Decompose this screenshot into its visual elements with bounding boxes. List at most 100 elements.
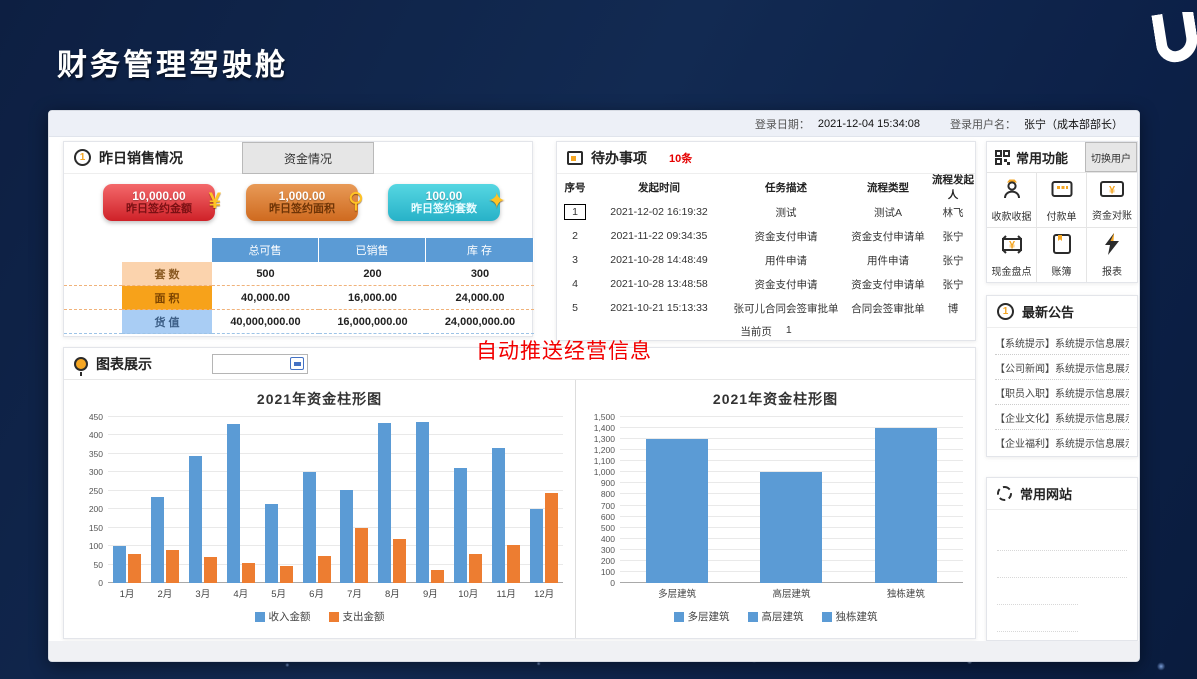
function-item[interactable]: 付款单 (1037, 172, 1087, 227)
chart-bar (242, 563, 255, 583)
todo-cell[interactable]: 资金支付申请单 (847, 272, 929, 296)
function-item[interactable]: 账簿 (1037, 227, 1087, 282)
function-item[interactable]: ¥资金对账 (1087, 172, 1137, 227)
chart-bar (378, 423, 391, 583)
message-icon (567, 151, 583, 165)
todo-row-number[interactable]: 2 (557, 224, 593, 248)
x-axis-tick-label: 4月 (222, 586, 260, 600)
y-axis-tick-label: 700 (601, 501, 615, 511)
switch-user-button[interactable]: 切换用户 (1085, 142, 1137, 172)
todo-row-number[interactable]: 5 (557, 296, 593, 320)
yesterday-sales-header: 1 昨日销售情况 资金情况 (64, 142, 532, 174)
sales-row-label: 套 数 (122, 262, 212, 286)
sales-cell-value: 40,000.00 (212, 286, 319, 310)
y-axis-tick-label: 0 (610, 578, 615, 588)
announcement-item[interactable]: 【企业文化】系统提示信息展示 (995, 405, 1129, 430)
sales-badge: 100.00昨日签约套数✦ (388, 184, 500, 221)
y-axis-tick-label: 1,300 (594, 434, 615, 444)
todo-cell[interactable]: 2021-10-28 14:48:49 (593, 248, 725, 272)
announcement-item[interactable]: 【职员入职】系统提示信息展示 (995, 380, 1129, 405)
sales-col-header: 总可售 (212, 238, 319, 262)
common-functions-title: 常用功能 (1016, 148, 1068, 167)
legend-item: 高层建筑 (748, 609, 804, 624)
x-axis-tick-label: 11月 (487, 586, 525, 600)
todo-cell[interactable]: 林飞 (929, 200, 977, 224)
chart-bar (545, 493, 558, 583)
bar-group (373, 417, 411, 583)
todo-cell[interactable]: 2021-11-22 09:34:35 (593, 224, 725, 248)
chart-date-input[interactable] (212, 354, 308, 374)
todo-cell[interactable]: 测试 (725, 200, 847, 224)
chart-bar (128, 554, 141, 584)
y-axis-tick-label: 600 (601, 512, 615, 522)
todo-cell[interactable]: 合同会签审批单 (847, 296, 929, 320)
todo-cell[interactable]: 资金支付申请单 (847, 224, 929, 248)
function-item[interactable]: ¥现金盘点 (987, 227, 1037, 282)
badge-label: 昨日签约套数 (411, 203, 477, 216)
pager-current-page[interactable]: 1 (786, 324, 792, 339)
charts-row: 2021年资金柱形图0501001502002503003504004501月2… (64, 380, 975, 638)
legend-swatch (822, 612, 832, 622)
chart-bar (340, 490, 353, 583)
function-item[interactable]: 报表 (1087, 227, 1137, 282)
todo-cell[interactable]: 2021-10-21 15:13:33 (593, 296, 725, 320)
sales-cell-value: 24,000,000.00 (426, 310, 534, 334)
legend-swatch (329, 612, 339, 622)
brand-logo-icon (1151, 12, 1197, 78)
todo-row-number[interactable]: 1 (557, 200, 593, 224)
todo-cell[interactable]: 博 (929, 296, 977, 320)
todo-cell[interactable]: 张宁 (929, 272, 977, 296)
todo-cell[interactable]: 张宁 (929, 248, 977, 272)
x-axis-labels: 多层建筑高层建筑独栋建筑 (620, 586, 963, 600)
chart-plot: 050100150200250300350400450 (108, 417, 563, 583)
chart-bar (646, 439, 708, 583)
tab-funds-status[interactable]: 资金情况 (242, 142, 374, 174)
badge-value: 100.00 (426, 189, 463, 203)
announcement-item[interactable]: 【公司新闻】系统提示信息展示 (995, 355, 1129, 380)
y-axis-tick-label: 1,400 (594, 423, 615, 433)
yesterday-sales-title: 昨日销售情况 (99, 148, 183, 168)
todo-table: 序号发起时间任务描述流程类型流程发起人12021-12-02 16:19:32测… (557, 174, 975, 320)
todo-cell[interactable]: 张宁 (929, 224, 977, 248)
chart-title: 2021年资金柱形图 (64, 380, 575, 413)
function-item[interactable]: 收款收据 (987, 172, 1037, 227)
announcements-list: 【系统提示】系统提示信息展示【公司新闻】系统提示信息展示【职员入职】系统提示信息… (987, 328, 1137, 457)
sales-table-corner (122, 238, 212, 262)
announcement-item[interactable]: 【系统提示】系统提示信息展示 (995, 330, 1129, 355)
bar-group (298, 417, 336, 583)
todo-cell[interactable]: 资金支付申请 (725, 272, 847, 296)
todo-cell[interactable]: 2021-10-28 13:48:58 (593, 272, 725, 296)
todo-row-number[interactable]: 4 (557, 272, 593, 296)
circled-one-icon: 1 (74, 149, 91, 166)
website-slot-line (997, 578, 1078, 605)
todo-cell[interactable]: 用件申请 (847, 248, 929, 272)
todo-row-number[interactable]: 3 (557, 248, 593, 272)
map-pin-icon: ⚲ (348, 190, 364, 212)
todo-cell[interactable]: 张可儿合同会签审批单 (725, 296, 847, 320)
todo-cell[interactable]: 资金支付申请 (725, 224, 847, 248)
y-axis-tick-label: 1,200 (594, 445, 615, 455)
function-item-label: 付款单 (1047, 208, 1077, 223)
todo-cell[interactable]: 2021-12-02 16:19:32 (593, 200, 725, 224)
todo-cell[interactable]: 测试A (847, 200, 929, 224)
announcement-item[interactable]: 【企业福利】系统提示信息展示 (995, 430, 1129, 455)
bar-group (260, 417, 298, 583)
chart-bar (760, 472, 822, 583)
sales-row-spacer (64, 262, 122, 286)
y-axis-tick-label: 0 (98, 578, 103, 588)
y-axis-tick-label: 1,500 (594, 412, 615, 422)
todo-cell[interactable]: 用件申请 (725, 248, 847, 272)
login-user-label: 登录用户名： (950, 116, 1016, 132)
chart-bar (530, 509, 543, 584)
login-date-label: 登录日期： (755, 116, 810, 132)
chart-plot: 01002003004005006007008009001,0001,1001,… (620, 417, 963, 583)
y-axis-tick-label: 400 (89, 430, 103, 440)
sales-cell-value: 40,000,000.00 (212, 310, 319, 334)
login-date-value: 2021-12-04 15:34:08 (818, 118, 920, 130)
bar-group (734, 417, 848, 583)
handshake-icon: ✦ (488, 190, 506, 212)
todo-header: 待办事项 10条 (557, 142, 975, 174)
x-axis-tick-label: 1月 (108, 586, 146, 600)
bar-group (222, 417, 260, 583)
sales-badge: 10,000.00昨日签约金额¥ (103, 184, 215, 221)
